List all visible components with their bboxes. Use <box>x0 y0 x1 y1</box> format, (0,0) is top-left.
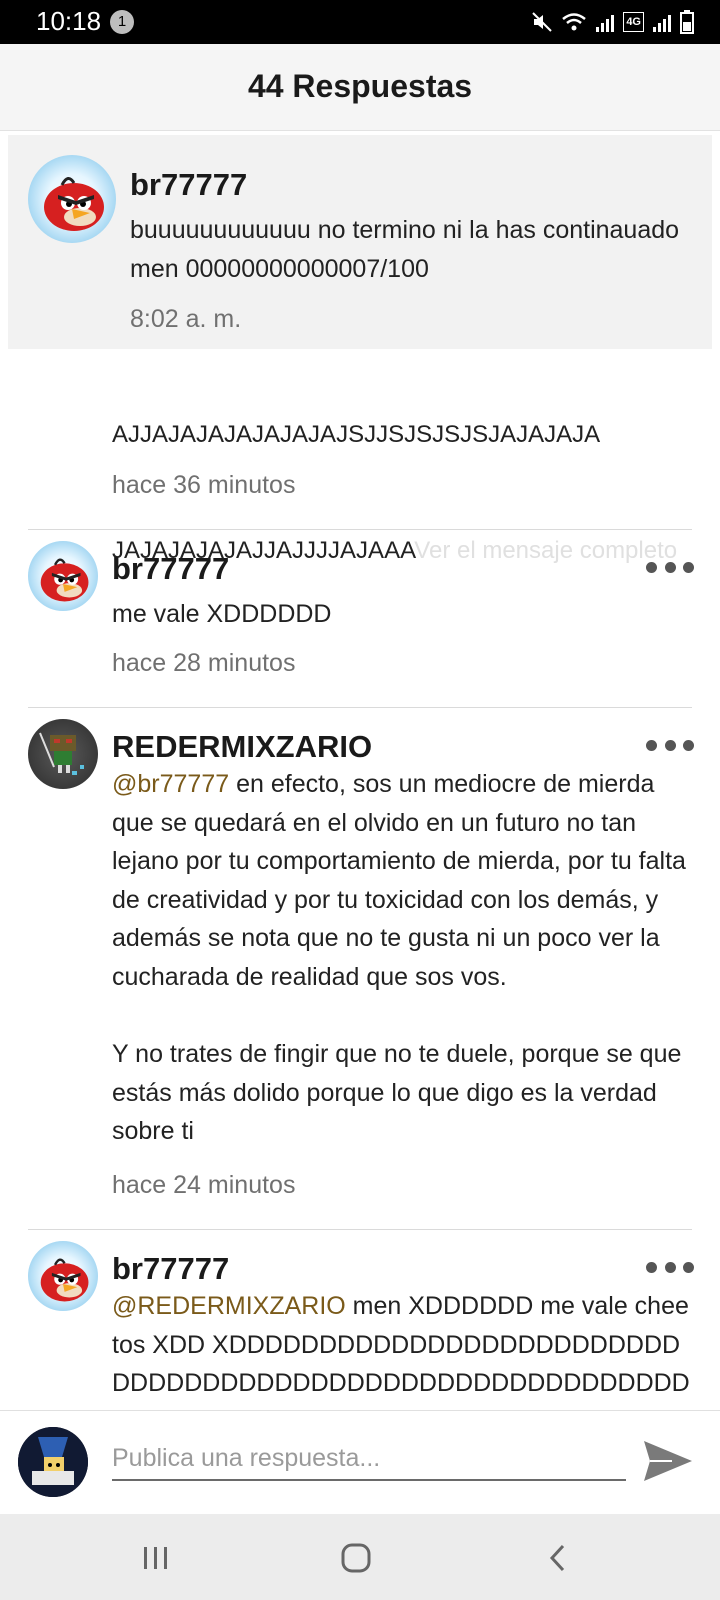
angry-bird-avatar-icon <box>44 177 104 231</box>
avatar[interactable] <box>28 155 116 243</box>
dot-icon <box>646 1261 657 1273</box>
network-type-icon: 4G <box>623 12 644 32</box>
dot-icon <box>683 1261 694 1273</box>
avatar[interactable] <box>28 719 98 789</box>
more-options-button[interactable] <box>646 733 694 757</box>
dot-icon <box>683 561 694 573</box>
angry-bird-avatar-icon <box>40 558 89 602</box>
more-options-button[interactable] <box>646 555 694 579</box>
home-icon <box>341 1543 371 1573</box>
app-header: 44 Respuestas <box>0 44 720 131</box>
recent-apps-icon <box>144 1547 167 1569</box>
dot-icon <box>683 739 694 751</box>
mention-link[interactable]: @REDERMIXZARIO <box>112 1292 346 1320</box>
dot-icon <box>646 739 657 751</box>
character-avatar-icon <box>18 1427 88 1497</box>
more-options-button[interactable] <box>646 1255 694 1279</box>
reply-text: me vale XDDDDDD <box>112 600 332 628</box>
back-icon <box>549 1544 565 1572</box>
reply-text: @br77777 en efecto, sos un mediocre de m… <box>112 765 692 1151</box>
dot-icon <box>664 739 676 751</box>
reply-input[interactable] <box>112 1437 626 1481</box>
dot-icon <box>646 561 657 573</box>
status-icons: 4G <box>531 10 694 34</box>
my-avatar[interactable] <box>18 1427 88 1497</box>
reply-author[interactable]: br77777 <box>112 1251 229 1287</box>
replies-feed[interactable]: AJJAJAJAJAJAJAJAJSJJSJSJSJSJAJAJAJA JAJA… <box>0 131 720 1411</box>
pinned-text: buuuuuuuuuuuu no termino ni la has conti… <box>130 216 693 283</box>
avatar[interactable] <box>28 541 98 611</box>
status-bar: 10:18 1 4G <box>0 0 720 44</box>
pixel-character-avatar-icon <box>39 732 84 775</box>
signal-icon <box>596 15 615 32</box>
reply-time: hace 24 minutos <box>112 1171 296 1199</box>
divider <box>28 1229 692 1230</box>
reply-time: hace 36 minutos <box>112 471 296 499</box>
reply-composer <box>0 1410 720 1514</box>
pinned-time: 8:02 a. m. <box>130 305 242 333</box>
page-title: 44 Respuestas <box>247 68 473 104</box>
reply-author[interactable]: REDERMIXZARIO <box>112 729 372 765</box>
angry-bird-avatar-icon <box>40 1258 89 1302</box>
signal-icon-2 <box>653 15 671 32</box>
pinned-author[interactable]: br77777 <box>130 167 247 203</box>
reply-time: hace 28 minutos <box>112 649 296 677</box>
reply-text: @REDERMIXZARIO men XDDDDDD me vale cheet… <box>112 1287 692 1411</box>
home-button[interactable] <box>334 1536 378 1580</box>
reply-text-line: AJJAJAJAJAJAJAJAJSJJSJSJSJSJAJAJAJA <box>112 421 601 449</box>
send-icon <box>644 1441 692 1481</box>
notification-badge: 1 <box>110 10 134 34</box>
dot-icon <box>664 561 676 573</box>
system-nav-bar <box>0 1514 720 1600</box>
battery-icon <box>680 10 694 34</box>
view-full-message-link[interactable]: Ver el mensaje completo <box>414 537 677 564</box>
pinned-reply-card[interactable]: br77777 buuuuuuuuuuuu no termino ni la h… <box>8 135 712 349</box>
status-time: 10:18 <box>36 6 102 36</box>
reply-author[interactable]: br77777 <box>112 551 229 587</box>
divider <box>28 707 692 708</box>
recent-apps-button[interactable] <box>134 1536 178 1580</box>
divider <box>28 529 692 530</box>
dot-icon <box>664 1261 676 1273</box>
mute-icon <box>532 12 553 32</box>
mention-link[interactable]: @br77777 <box>112 770 229 798</box>
reply-text-body: en efecto, sos un mediocre de mierda que… <box>112 770 686 1146</box>
avatar[interactable] <box>28 1241 98 1311</box>
back-button[interactable] <box>536 1536 580 1580</box>
wifi-icon <box>562 13 587 31</box>
send-button[interactable] <box>642 1437 694 1485</box>
